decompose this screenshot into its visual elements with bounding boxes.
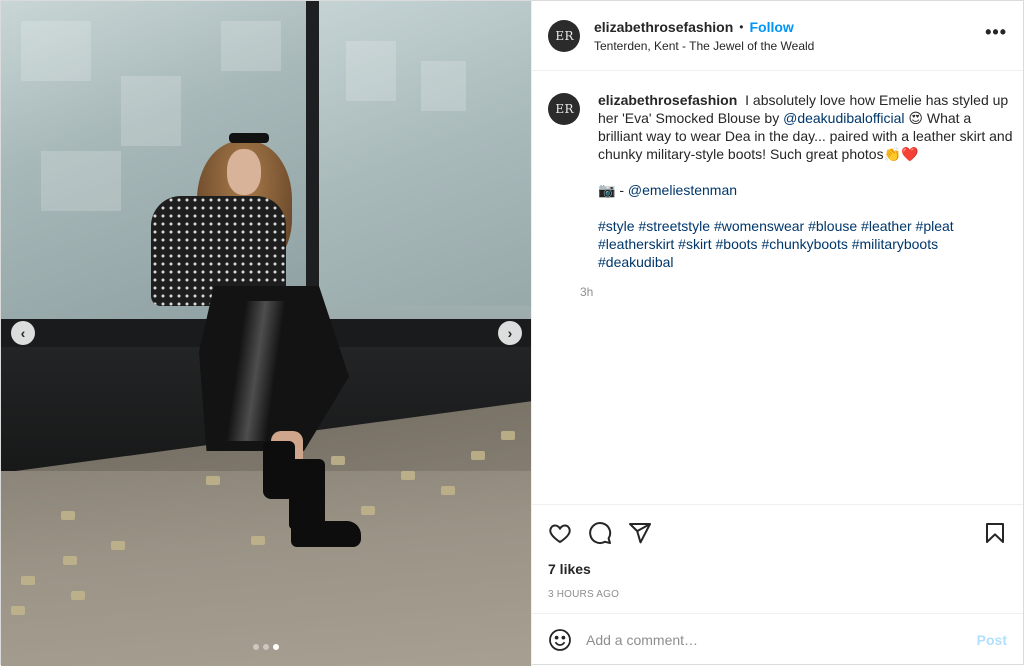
- post-details-panel: E R elizabethrosefashion • Follow Tenter…: [531, 1, 1023, 666]
- credit-separator: -: [615, 182, 628, 198]
- comment-button[interactable]: [588, 521, 612, 545]
- carousel-dot-active: [273, 644, 279, 650]
- carousel-dot: [263, 644, 269, 650]
- post-header: E R elizabethrosefashion • Follow Tenter…: [532, 1, 1023, 71]
- chevron-right-icon: ›: [507, 325, 513, 341]
- photo-scene: [1, 1, 531, 666]
- hashtags: #style #streetstyle #womenswear #blouse …: [598, 217, 1013, 271]
- avatar[interactable]: E R: [548, 93, 580, 125]
- photo-credit: 📷 - @emeliestenman: [598, 181, 1013, 199]
- separator-dot: •: [739, 19, 744, 34]
- more-options-icon[interactable]: •••: [985, 22, 1007, 49]
- smiley-icon: [549, 629, 571, 651]
- bookmark-icon: [986, 523, 1004, 543]
- carousel-prev-button[interactable]: ‹: [11, 321, 35, 345]
- post-comment-button[interactable]: Post: [977, 632, 1007, 648]
- carousel-dot: [253, 644, 259, 650]
- hashtag-link[interactable]: #leather: [861, 218, 912, 234]
- save-button[interactable]: [983, 521, 1007, 545]
- hashtag-link[interactable]: #leatherskirt: [598, 236, 674, 252]
- send-icon: [629, 523, 651, 544]
- caption-text: elizabethrosefashion I absolutely love h…: [598, 91, 1013, 271]
- hashtag-link[interactable]: #streetstyle: [638, 218, 710, 234]
- hashtag-link[interactable]: #blouse: [808, 218, 857, 234]
- comment-icon: [589, 522, 612, 545]
- heart-icon: [549, 524, 571, 544]
- like-button[interactable]: [548, 521, 572, 545]
- hashtag-link[interactable]: #pleat: [916, 218, 954, 234]
- add-comment-bar: Post: [532, 613, 1023, 666]
- actions-bar: 7 likes 3 HOURS AGO: [532, 504, 1023, 600]
- caption-username-link[interactable]: elizabethrosefashion: [598, 92, 737, 108]
- instagram-post: ‹ › E R elizabethrosefashion • Follow Te…: [0, 0, 1024, 666]
- post-photo[interactable]: ‹ ›: [1, 1, 531, 666]
- camera-icon: 📷: [598, 182, 616, 198]
- chevron-left-icon: ‹: [20, 325, 26, 341]
- hashtag-link[interactable]: #style: [598, 218, 635, 234]
- hashtag-link[interactable]: #skirt: [678, 236, 711, 252]
- username-link[interactable]: elizabethrosefashion: [594, 19, 733, 35]
- follow-button[interactable]: Follow: [749, 19, 793, 35]
- share-button[interactable]: [628, 521, 652, 545]
- emoji-button[interactable]: [548, 628, 572, 652]
- hashtag-link[interactable]: #womenswear: [714, 218, 804, 234]
- hashtag-link[interactable]: #chunkyboots: [761, 236, 847, 252]
- carousel-indicator: [253, 644, 279, 650]
- comment-input[interactable]: [586, 632, 977, 648]
- hashtag-link[interactable]: #deakudibal: [598, 254, 674, 270]
- caption-row: E R elizabethrosefashion I absolutely lo…: [548, 91, 1013, 299]
- hashtag-link[interactable]: #militaryboots: [852, 236, 938, 252]
- location-link[interactable]: Tenterden, Kent - The Jewel of the Weald: [594, 39, 985, 53]
- likes-count[interactable]: 7 likes: [548, 561, 1007, 577]
- comments-section: E R elizabethrosefashion I absolutely lo…: [532, 71, 1023, 503]
- hashtag-link[interactable]: #boots: [716, 236, 758, 252]
- carousel-next-button[interactable]: ›: [498, 321, 522, 345]
- mention-link[interactable]: @deakudibalofficial: [783, 110, 904, 126]
- mention-link[interactable]: @emeliestenman: [628, 182, 737, 198]
- post-date[interactable]: 3 HOURS AGO: [548, 589, 1007, 600]
- caption-timestamp[interactable]: 3h: [580, 285, 1013, 299]
- avatar[interactable]: E R: [548, 19, 580, 52]
